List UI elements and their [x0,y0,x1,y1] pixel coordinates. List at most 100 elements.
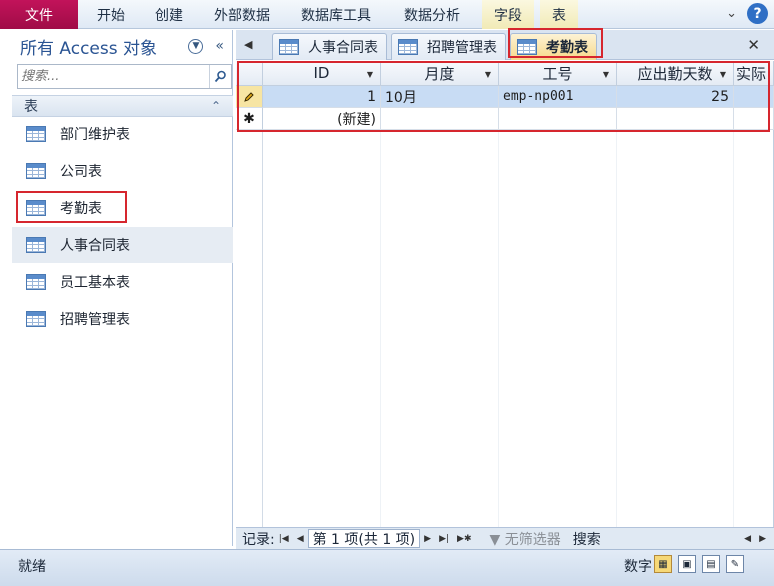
cell-new-workdays[interactable] [617,108,734,130]
cell-empno[interactable]: emp-np001 [499,86,617,108]
cell-new-empno[interactable] [499,108,617,130]
status-ready: 就绪 [18,559,46,575]
tab-scroll-left-icon[interactable]: ◀ [244,38,252,51]
last-record-icon[interactable]: ▶| [439,534,449,544]
column-dropdown-icon[interactable]: ▼ [720,70,726,79]
table-icon [26,200,46,216]
nav-menu-dropdown-icon[interactable]: ▼ [188,38,204,54]
column-header-actual[interactable]: 实际 [734,61,774,86]
tab-external-data[interactable]: 外部数据 [214,0,270,29]
nav-pane-header[interactable]: 所有 Access 对象 ▼ « [12,30,232,63]
pivotchart-view-icon[interactable]: ▤ [702,555,720,573]
nav-item-label: 考勤表 [60,201,102,217]
view-switcher: ▦ ▣ ▤ ✎ [654,555,744,573]
grid-line [380,86,381,527]
table-icon [26,237,46,253]
doc-tab-attendance[interactable]: 考勤表 [510,33,597,60]
hscroll-left-icon[interactable]: ◀ [744,534,751,544]
shutter-bar-close-icon[interactable]: « [215,38,224,54]
tab-create[interactable]: 创建 [155,0,183,29]
record-selector-new[interactable]: ✱ [236,108,263,130]
table-icon [26,274,46,290]
cell-new-month[interactable] [381,108,499,130]
column-header-empno[interactable]: 工号 ▼ [499,61,617,86]
column-header-month[interactable]: 月度 ▼ [381,61,499,86]
record-navigation-bar: 记录: |◀ ◀ 第 1 项(共 1 项) ▶ ▶| ▶✱ ▼ 无筛选器 搜索 … [236,527,774,549]
nav-item-label: 公司表 [60,164,102,180]
column-dropdown-icon[interactable]: ▼ [367,70,373,79]
select-all-corner[interactable] [236,61,263,86]
next-record-icon[interactable]: ▶ [424,534,431,544]
ribbon: 文件 开始 创建 外部数据 数据库工具 数据分析 字段 表 ⌄ ? [0,0,774,29]
design-view-icon[interactable]: ✎ [726,555,744,573]
record-selector-editing[interactable] [236,86,263,108]
no-filter-indicator[interactable]: ▼ 无筛选器 [490,529,561,549]
first-record-icon[interactable]: |◀ [279,534,289,544]
datasheet-view-icon[interactable]: ▦ [654,555,672,573]
nav-search-input[interactable] [18,65,209,88]
cell-new-actual[interactable] [734,108,774,130]
minimize-ribbon-icon[interactable]: ⌄ [726,6,737,21]
column-header-label: 应出勤天数 [637,64,713,83]
datasheet: ID ▼ 月度 ▼ 工号 ▼ 应出勤天数 ▼ 实际 1 10月 emp-np00… [236,61,774,527]
nav-item-attendance-table[interactable]: 考勤表 [12,190,233,226]
num-lock-indicator: 数字 [624,559,652,575]
cell-actual[interactable] [734,86,774,108]
record-label: 记录: [242,531,275,548]
tab-fields[interactable]: 字段 [482,0,534,29]
nav-item-employee-table[interactable]: 员工基本表 [12,264,233,300]
cell-new[interactable]: (新建) [263,108,381,130]
column-dropdown-icon[interactable]: ▼ [603,70,609,79]
pivottable-view-icon[interactable]: ▣ [678,555,696,573]
nav-item-label: 部门维护表 [60,127,130,143]
doc-tab-label: 考勤表 [546,40,588,56]
new-record-nav-icon[interactable]: ▶✱ [457,534,471,544]
prev-record-icon[interactable]: ◀ [297,534,304,544]
tab-table[interactable]: 表 [540,0,578,29]
cell-id[interactable]: 1 [263,86,381,108]
nav-item-label: 招聘管理表 [60,312,130,328]
record-search-box[interactable]: 搜索 [573,529,601,549]
column-header-label: 月度 [424,64,455,83]
hscroll-right-icon[interactable]: ▶ [759,534,766,544]
table-icon [279,39,299,55]
close-tab-icon[interactable]: ✕ [747,36,760,54]
status-bar: 就绪 数字 ▦ ▣ ▤ ✎ [0,549,774,586]
doc-tab-label: 招聘管理表 [427,40,497,56]
file-tab[interactable]: 文件 [0,0,78,29]
nav-group-tables[interactable]: 表 ⌃ [12,95,233,117]
cell-workdays[interactable]: 25 [617,86,734,108]
search-icon[interactable] [209,65,231,88]
nav-pane-title: 所有 Access 对象 [20,39,158,59]
tab-database-tools[interactable]: 数据库工具 [301,0,371,29]
current-record-field[interactable]: 第 1 项(共 1 项) [307,529,421,548]
doc-tab-contract[interactable]: 人事合同表 [272,33,387,60]
nav-item-contract-table[interactable]: 人事合同表 [12,227,233,263]
tab-home[interactable]: 开始 [97,0,125,29]
table-icon [517,39,537,55]
doc-tab-label: 人事合同表 [308,40,378,56]
grid-line [733,86,734,527]
tab-data-analysis[interactable]: 数据分析 [404,0,460,29]
nav-group-label: 表 [24,99,38,115]
column-header-label: ID [313,64,330,82]
table-icon [26,163,46,179]
column-header-label: 工号 [542,64,573,83]
nav-item-company-table[interactable]: 公司表 [12,153,233,189]
collapse-group-icon[interactable]: ⌃ [211,99,221,113]
column-header-id[interactable]: ID ▼ [263,61,381,86]
help-icon[interactable]: ? [747,3,768,24]
record-selector-column [236,61,263,527]
column-dropdown-icon[interactable]: ▼ [485,70,491,79]
column-header-workdays[interactable]: 应出勤天数 ▼ [617,61,734,86]
filter-icon: ▼ [489,531,501,548]
grid-line [616,86,617,527]
cell-month[interactable]: 10月 [381,86,499,108]
table-icon [26,126,46,142]
nav-search-box [17,64,232,89]
doc-tab-recruit[interactable]: 招聘管理表 [391,33,506,60]
nav-item-dept-table[interactable]: 部门维护表 [12,116,233,152]
nav-item-recruit-table[interactable]: 招聘管理表 [12,301,233,337]
grid-line [498,86,499,527]
nav-item-label: 员工基本表 [60,275,130,291]
